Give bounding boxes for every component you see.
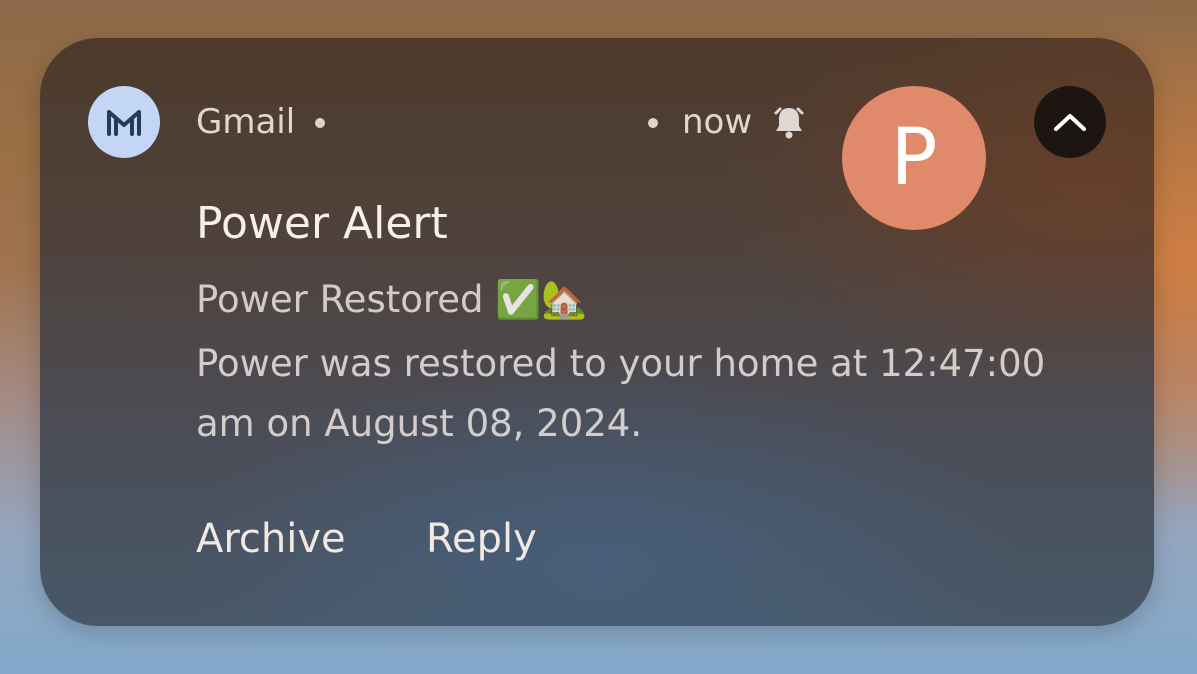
notification-body: Power was restored to your home at 12:47… [196, 342, 1046, 445]
timestamp: now [682, 102, 753, 142]
archive-button[interactable]: Archive [196, 512, 346, 566]
bell-icon [772, 104, 806, 140]
reply-button[interactable]: Reply [426, 512, 537, 566]
notification-title: Power Alert [196, 198, 448, 249]
separator-dot [648, 118, 658, 128]
app-name: Gmail [196, 102, 296, 142]
chevron-up-icon [1054, 114, 1086, 131]
avatar-letter: P [890, 113, 938, 203]
separator-dot [315, 118, 325, 128]
notification-subject: Power Restored ✅🏡 [196, 278, 588, 321]
collapse-button[interactable] [1034, 86, 1106, 158]
notification-card[interactable]: Gmail now P Power Alert Power Restored ✅… [40, 38, 1154, 626]
gmail-icon [88, 86, 160, 158]
sender-avatar: P [842, 86, 986, 230]
